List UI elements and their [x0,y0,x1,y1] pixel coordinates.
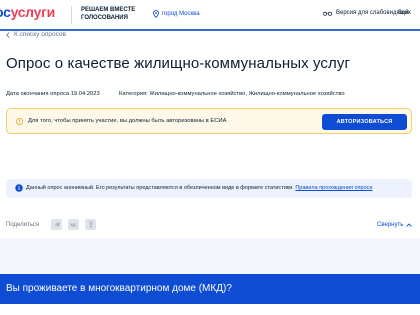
location-selector[interactable]: город Москва [153,10,200,18]
question-title: Вы проживаете в многоквартирном доме (МК… [6,283,232,294]
header-divider [71,6,72,24]
end-date-value: 19.04.2023 [70,91,100,97]
collapse-label: Свернуть [377,222,404,228]
share-ok-button[interactable] [85,219,96,230]
page-title: Опрос о качестве жилищно-коммунальных ус… [6,55,351,72]
chevron-left-icon [6,31,10,38]
info-icon [15,184,23,192]
logo-text-part1: ос [0,4,11,20]
authorize-button[interactable]: АВТОРИЗОВАТЬСЯ [322,114,407,130]
collapse-toggle[interactable]: Свернуть [377,222,413,228]
vk-icon [70,222,77,227]
share-vk-button[interactable] [68,219,79,230]
back-to-surveys-link[interactable]: К списку опросов [6,31,66,38]
site-header: осуслуги РЕШАЕМ ВМЕСТЕ ГОЛОСОВАНИЯ город… [0,0,420,31]
anonymity-info-banner: Данный опрос анонимный. Его результаты п… [6,179,412,198]
alert-icon [16,118,23,125]
logo-text-part2: услуги [10,4,56,20]
tagline-line2: ГОЛОСОВАНИЯ [81,15,128,21]
tagline-line1: РЕШАЕМ ВМЕСТЕ [81,7,136,13]
survey-category: Категория: Жилищно-коммунальное хозяйств… [119,91,345,97]
login-link[interactable]: Вой [398,10,409,16]
info-text-wrapper: Данный опрос анонимный. Его результаты п… [26,185,372,191]
ok-icon [88,221,93,228]
question-header: Вы проживаете в многоквартирном доме (МК… [0,274,420,304]
category-value: Жилищно-коммунальное хозяйство, Жилищно-… [149,91,345,97]
chevron-up-icon [406,223,413,227]
auth-warning-banner: Для того, чтобы принять участие, вы долж… [6,108,412,134]
survey-end-date: Дата окончания опроса 19.04.2023 [6,91,100,97]
end-date-label: Дата окончания опроса [6,91,70,97]
share-telegram-button[interactable] [51,219,62,230]
tagline: РЕШАЕМ ВМЕСТЕ ГОЛОСОВАНИЯ [81,6,135,22]
survey-rules-link[interactable]: Правила прохождения опроса [295,185,372,191]
telegram-icon [53,222,60,227]
gosuslugi-logo[interactable]: осуслуги [0,4,55,20]
back-link-label: К списку опросов [14,31,66,38]
share-label: Поделиться [6,222,40,228]
location-pin-icon [153,10,159,18]
location-label: город Москва [162,11,200,17]
category-label: Категория: [119,91,148,97]
auth-warning-text: Для того, чтобы принять участие, вы долж… [28,118,227,124]
question-body [0,304,420,315]
glasses-icon [323,11,332,16]
section-spacer [0,238,420,274]
anonymity-info-text: Данный опрос анонимный. Его результаты п… [26,185,294,191]
